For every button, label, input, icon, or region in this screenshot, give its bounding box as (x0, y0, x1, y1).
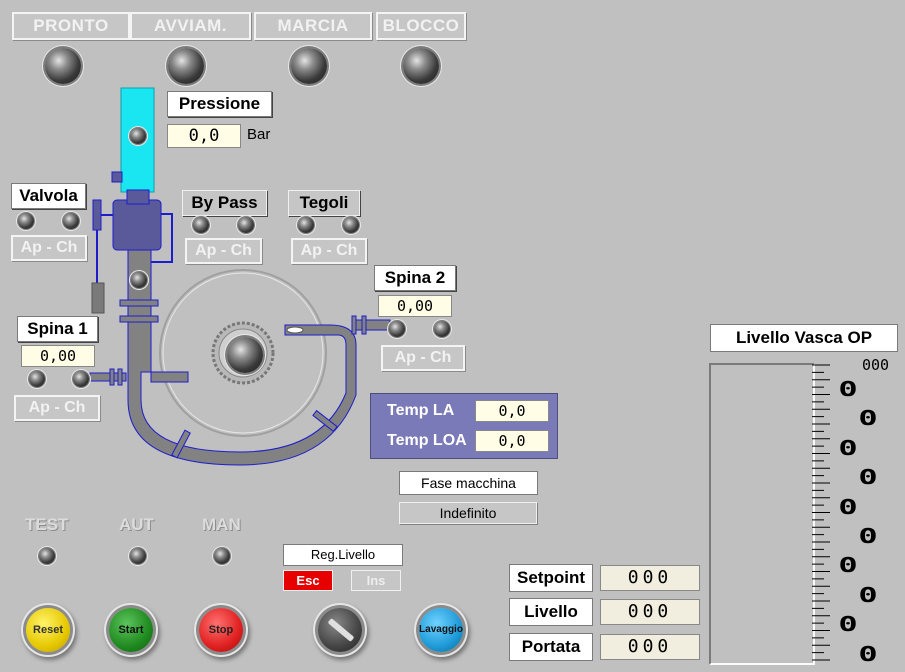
turbine-lamp (227, 337, 263, 373)
spina1-value: 0,00 (21, 345, 95, 367)
setpoint-label: Setpoint (509, 564, 593, 592)
portata-label: Portata (509, 633, 593, 661)
scale-label: 0 (838, 612, 858, 637)
scale-label: 0 (838, 553, 858, 578)
spina1-open-lamp (29, 371, 45, 387)
vasca-level-bar (709, 363, 815, 665)
reg-livello-esc-button[interactable]: Esc (283, 570, 333, 591)
knob-indicator-icon (327, 618, 355, 642)
vasca-title: Livello Vasca OP (710, 324, 898, 352)
bypass-closed-lamp (238, 217, 254, 233)
mode-aut-lamp (130, 548, 146, 564)
bypass-apch-button[interactable]: Ap - Ch (185, 238, 262, 264)
scale-label: 0 (838, 435, 858, 460)
bypass-label: By Pass (182, 190, 267, 216)
fase-value: Indefinito (399, 502, 537, 524)
spina2-closed-lamp (434, 321, 450, 337)
mode-man-lamp (214, 548, 230, 564)
mode-test-label: TEST (25, 515, 69, 534)
temp-la-value: 0,0 (475, 400, 549, 422)
reset-button[interactable]: Reset (26, 608, 70, 652)
tegoli-label: Tegoli (288, 190, 360, 216)
mode-test-lamp (39, 548, 55, 564)
start-button[interactable]: Start (109, 608, 153, 652)
lavaggio-button[interactable]: Lavaggio (419, 608, 463, 652)
temperature-panel: Temp LA 0,0 Temp LOA 0,0 (370, 393, 558, 459)
valvola-closed-lamp (63, 213, 79, 229)
setpoint-value: 000 (600, 565, 700, 591)
scale-label: 0 (858, 524, 878, 548)
livello-value: 000 (600, 599, 700, 625)
spina2-value: 0,00 (378, 295, 452, 317)
temp-la-label: Temp LA (387, 402, 455, 419)
scale-label: 0 (858, 406, 878, 431)
spina1-closed-lamp (73, 371, 89, 387)
spina2-label: Spina 2 (374, 265, 456, 291)
temp-loa-value: 0,0 (475, 430, 549, 452)
scale-label: 0 (858, 641, 878, 666)
tegoli-open-lamp (298, 217, 314, 233)
scale-label: 0 (838, 494, 858, 519)
bypass-open-lamp (193, 217, 209, 233)
spina2-open-lamp (389, 321, 405, 337)
livello-label: Livello (509, 598, 593, 626)
fase-label: Fase macchina (399, 471, 538, 495)
valvola-apch-button[interactable]: Ap - Ch (11, 235, 87, 261)
spina1-label: Spina 1 (17, 316, 98, 342)
spina2-apch-button[interactable]: Ap - Ch (381, 345, 465, 371)
reg-livello-label: Reg.Livello (283, 544, 403, 566)
pressione-label: Pressione (167, 91, 272, 117)
vasca-top-value: 000 (862, 356, 890, 374)
mode-aut-label: AUT (119, 515, 154, 534)
stop-button[interactable]: Stop (199, 608, 243, 652)
reg-livello-ins-button[interactable]: Ins (351, 570, 401, 591)
spina1-apch-button[interactable]: Ap - Ch (14, 395, 100, 421)
pressure-lamp (130, 128, 146, 144)
mode-man-label: MAN (202, 515, 241, 534)
tegoli-apch-button[interactable]: Ap - Ch (291, 238, 367, 264)
pressione-unit: Bar (247, 126, 271, 143)
pressione-value: 0,0 (167, 124, 241, 148)
portata-value: 000 (600, 634, 700, 660)
scale-label: 0 (858, 582, 878, 607)
valvola-open-lamp (18, 213, 34, 229)
scale-label: 0 (858, 465, 878, 490)
temp-loa-label: Temp LOA (387, 432, 467, 449)
valve-lamp (131, 272, 147, 288)
valvola-label: Valvola (11, 183, 86, 209)
scale-label: 0 (838, 377, 858, 401)
selector-knob[interactable] (318, 608, 362, 652)
main-valve (112, 199, 162, 251)
tegoli-closed-lamp (343, 217, 359, 233)
